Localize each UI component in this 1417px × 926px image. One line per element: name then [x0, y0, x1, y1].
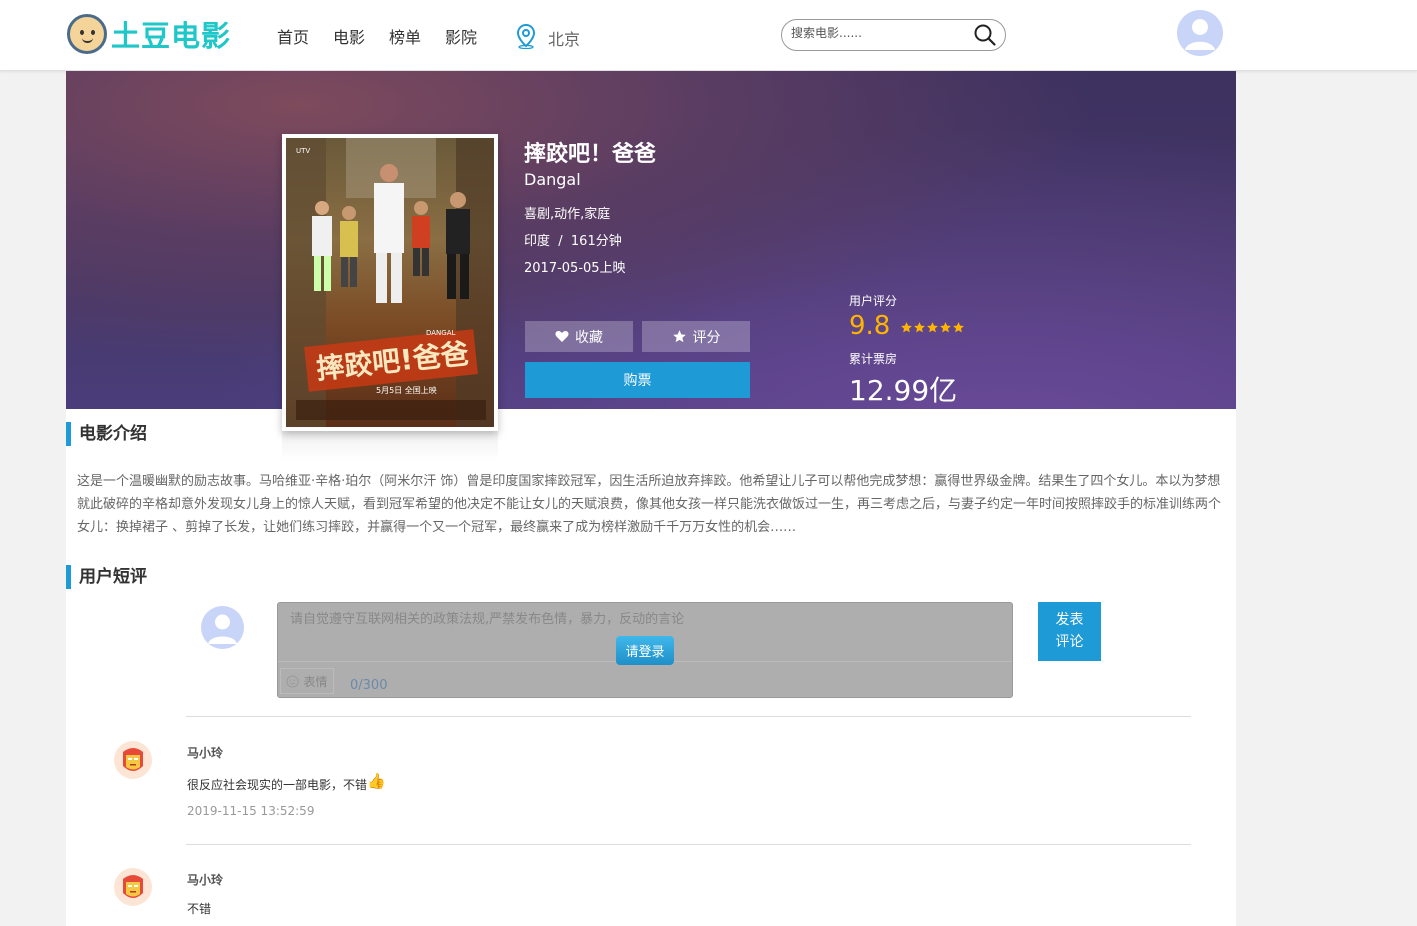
- nav-home[interactable]: 首页: [277, 24, 309, 48]
- movie-banner: [66, 71, 1236, 409]
- movie-poster: 摔跤吧!爸爸 5月5日 全国上映 DANGAL UTV: [282, 134, 498, 431]
- review-time: 2019-11-15 13:52:59: [187, 804, 315, 818]
- review-text-body: 很反应社会现实的一部电影，不错: [187, 778, 368, 792]
- star-icon: [914, 322, 925, 333]
- reviewer-avatar: [114, 741, 152, 779]
- nav-cinemas[interactable]: 影院: [445, 24, 477, 48]
- reviewer-name[interactable]: 马小玲: [187, 744, 223, 761]
- heart-icon: [555, 331, 569, 342]
- favorite-label: 收藏: [575, 329, 603, 346]
- box-office-label: 累计票房: [849, 352, 898, 366]
- movie-release-date: 2017-05-05上映: [524, 261, 626, 276]
- potato-logo-icon: [67, 14, 107, 54]
- location-pin-icon: [516, 23, 536, 49]
- smiley-icon: [286, 674, 300, 688]
- search-input[interactable]: [791, 26, 961, 40]
- divider: [186, 716, 1191, 717]
- main-nav: 首页 电影 榜单 影院: [277, 24, 501, 48]
- reviews-heading: 用户短评: [66, 565, 147, 589]
- buy-ticket-button[interactable]: 购票: [525, 362, 750, 398]
- svg-text:DANGAL: DANGAL: [426, 329, 456, 337]
- reviewer-name[interactable]: 马小玲: [187, 871, 223, 888]
- star-icon: [901, 322, 912, 333]
- helmet-icon: [123, 875, 143, 898]
- star-icon: [927, 322, 938, 333]
- movie-genres: 喜剧,动作,家庭: [524, 207, 611, 222]
- nav-rankings[interactable]: 榜单: [389, 24, 421, 48]
- current-user-avatar: [201, 606, 244, 649]
- poster-image: 摔跤吧!爸爸 5月5日 全国上映 DANGAL UTV: [286, 138, 494, 427]
- review-text: 很反应社会现实的一部电影，不错👍: [187, 772, 386, 793]
- search-icon[interactable]: [973, 23, 997, 47]
- search-box: [781, 19, 1006, 51]
- divider: [186, 844, 1191, 845]
- emoji-label: 表情: [303, 674, 328, 689]
- post-label-line2: 评论: [1055, 634, 1084, 650]
- intro-heading: 电影介绍: [66, 422, 147, 446]
- star-icon: [940, 322, 951, 333]
- svg-text:UTV: UTV: [296, 147, 310, 155]
- char-counter: 0/300: [350, 678, 388, 693]
- rate-button[interactable]: 评分: [642, 321, 750, 352]
- star-rating: [900, 321, 965, 334]
- emoji-button[interactable]: 表情: [280, 668, 334, 694]
- nav-movies[interactable]: 电影: [333, 24, 365, 48]
- user-icon: [1185, 19, 1215, 50]
- top-header: 土豆电影 首页 电影 榜单 影院 北京: [0, 0, 1417, 71]
- rate-label: 评分: [692, 329, 721, 346]
- poster-reflection: [282, 431, 498, 461]
- login-button[interactable]: 请登录: [616, 636, 674, 665]
- user-icon: [208, 614, 237, 644]
- movie-title: 摔跤吧！爸爸: [524, 142, 657, 167]
- post-comment-button[interactable]: 发表 评论: [1038, 602, 1101, 661]
- favorite-button[interactable]: 收藏: [525, 321, 633, 352]
- score-label: 用户评分: [849, 294, 898, 308]
- svg-text:5月5日 全国上映: 5月5日 全国上映: [376, 385, 437, 395]
- city-selector[interactable]: 北京: [514, 22, 580, 50]
- helmet-icon: [123, 748, 143, 771]
- site-logo[interactable]: 土豆电影: [67, 13, 231, 55]
- star-icon: [953, 322, 964, 333]
- comment-editor: 表情 0/300 请登录: [277, 602, 1013, 698]
- star-icon: [672, 330, 686, 343]
- user-avatar[interactable]: [1177, 10, 1223, 56]
- movie-english-title: Dangal: [524, 170, 581, 189]
- thumbs-up-icon: 👍: [367, 772, 386, 790]
- movie-country-duration: 印度 / 161分钟: [524, 234, 622, 249]
- review-text: 不错: [187, 902, 212, 916]
- score-value: 9.8: [849, 311, 891, 341]
- city-name: 北京: [548, 30, 581, 49]
- logo-text: 土豆电影: [111, 19, 232, 53]
- post-label-line1: 发表: [1055, 612, 1084, 628]
- reviewer-avatar: [114, 868, 152, 906]
- comment-toolbar: 表情 0/300: [278, 661, 1012, 697]
- movie-intro-text: 这是一个温暖幽默的励志故事。马哈维亚·辛格·珀尔（阿米尔汗 饰）曾是印度国家摔跤…: [77, 474, 1222, 535]
- box-office-value: 12.99亿: [849, 374, 958, 407]
